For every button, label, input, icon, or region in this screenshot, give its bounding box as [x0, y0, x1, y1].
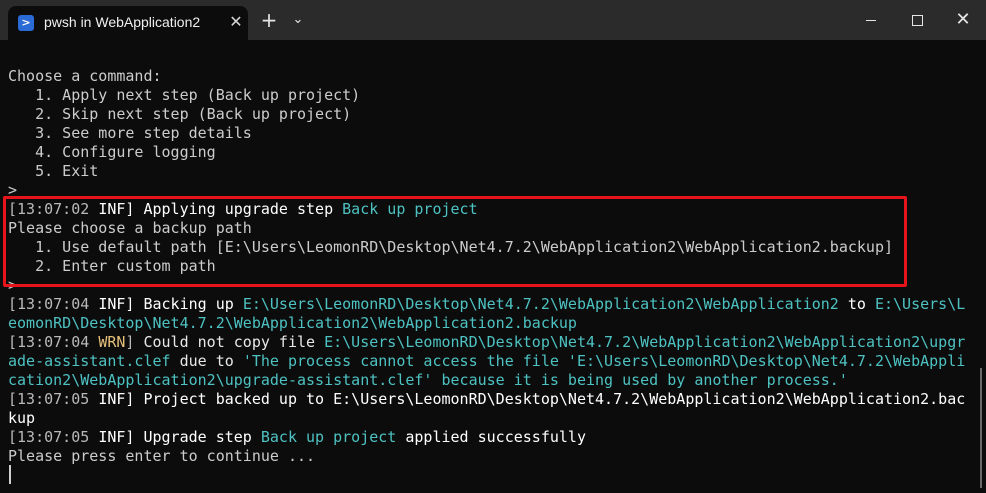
continue-prompt: Please press enter to continue ...: [8, 447, 316, 465]
log-text: Could not copy file: [134, 333, 325, 351]
step-name: Back up project: [260, 428, 397, 446]
warn-reason: 'The process cannot access the file 'E:\…: [242, 352, 966, 370]
menu-item: 1. Apply next step (Back up project): [8, 86, 361, 104]
timestamp: [13:07:04: [8, 295, 99, 313]
title-bar: > pwsh in WebApplication2 ✕ + ⌄ ✕: [0, 0, 986, 40]
source-path: E:\Users\LeomonRD\Desktop\Net4.7.2\WebAp…: [242, 295, 839, 313]
log-line-warning-cont: ade-assistant.clef due to 'The process c…: [8, 352, 978, 371]
timestamp: [13:07:05: [8, 390, 99, 408]
menu-item: 3. See more step details: [8, 124, 252, 142]
menu-item: 2. Skip next step (Back up project): [8, 105, 352, 123]
log-level-warn: WRN: [98, 333, 126, 351]
warn-reason-cont: cation2\WebApplication2\upgrade-assistan…: [8, 371, 848, 389]
dest-path: E:\Users\L: [874, 295, 966, 313]
maximize-icon: [911, 15, 923, 26]
timestamp: [13:07:05: [8, 428, 99, 446]
minimize-button[interactable]: [848, 0, 894, 40]
log-level: INF]: [98, 428, 135, 446]
annotation-highlight-box: [3, 196, 907, 287]
log-line-warning: [13:07:04 WRN] Could not copy file E:\Us…: [8, 333, 978, 352]
file-path: E:\Users\LeomonRD\Desktop\Net4.7.2\WebAp…: [324, 333, 966, 351]
new-tab-button[interactable]: +: [258, 9, 280, 31]
scrollbar[interactable]: [980, 368, 982, 488]
log-text: applied successfully: [396, 428, 586, 446]
log-line-applied: [13:07:05 INF] Upgrade step Back up proj…: [8, 428, 978, 447]
minimize-icon: [866, 20, 876, 21]
log-level: INF]: [98, 295, 135, 313]
chevron-down-icon[interactable]: ⌄: [288, 10, 308, 30]
tab-close-icon[interactable]: ✕: [226, 11, 246, 33]
log-text: Project backed up to E:\Users\LeomonRD\D…: [134, 390, 966, 408]
dest-path-cont: eomonRD\Desktop\Net4.7.2\WebApplication2…: [8, 314, 577, 332]
menu-item: 5. Exit: [8, 162, 99, 180]
log-text: Upgrade step: [134, 428, 261, 446]
powershell-icon: >: [18, 15, 34, 31]
log-text-cont: kup: [8, 409, 36, 427]
log-line-backed: [13:07:05 INF] Project backed up to E:\U…: [8, 390, 978, 409]
log-text: to: [838, 295, 875, 313]
tab-title: pwsh in WebApplication2: [44, 14, 201, 30]
file-path-cont: ade-assistant.clef: [8, 352, 171, 370]
maximize-button[interactable]: [894, 0, 940, 40]
log-level: INF]: [98, 390, 135, 408]
log-line-backing: [13:07:04 INF] Backing up E:\Users\Leomo…: [8, 295, 978, 314]
tab-pwsh[interactable]: > pwsh in WebApplication2 ✕: [8, 6, 248, 40]
timestamp: [13:07:04: [8, 333, 99, 351]
close-window-button[interactable]: ✕: [940, 0, 986, 40]
log-text: Backing up: [134, 295, 243, 313]
menu-item: 4. Configure logging: [8, 143, 216, 161]
menu-header: Choose a command:: [8, 67, 162, 85]
text-cursor: [9, 465, 11, 484]
log-text: due to: [170, 352, 243, 370]
